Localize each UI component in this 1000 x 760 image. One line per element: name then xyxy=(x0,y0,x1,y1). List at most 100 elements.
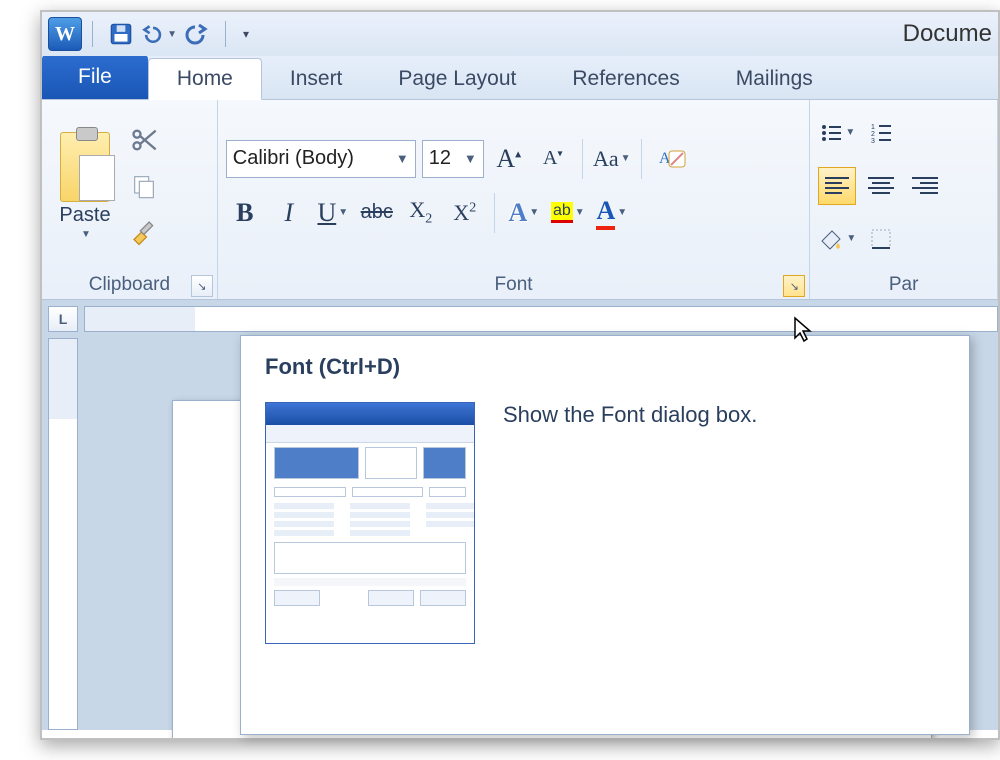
font-label-text: Font xyxy=(495,274,533,296)
italic-button[interactable]: I xyxy=(270,193,308,233)
bold-button[interactable]: B xyxy=(226,193,264,233)
undo-icon xyxy=(141,23,165,45)
redo-button[interactable] xyxy=(179,18,215,50)
clear-formatting-button[interactable]: A xyxy=(652,139,690,179)
tab-insert[interactable]: Insert xyxy=(262,59,371,99)
horizontal-ruler[interactable] xyxy=(84,306,998,332)
redo-icon xyxy=(185,23,209,45)
tab-page-layout[interactable]: Page Layout xyxy=(370,59,544,99)
copy-button[interactable] xyxy=(124,168,164,204)
separator xyxy=(494,193,495,233)
font-size-value: 12 xyxy=(429,147,451,170)
underline-icon: U xyxy=(317,198,336,228)
undo-button[interactable]: ▼ xyxy=(141,18,177,50)
underline-button[interactable]: U▼ xyxy=(314,193,352,233)
scissors-icon xyxy=(130,126,158,154)
font-color-button[interactable]: A▼ xyxy=(593,193,631,233)
customize-qat-button[interactable]: ▾ xyxy=(236,18,256,50)
chevron-down-icon: ▼ xyxy=(464,151,477,166)
launcher-arrow-icon: ↘ xyxy=(790,280,799,293)
bold-icon: B xyxy=(236,198,253,228)
paste-icon xyxy=(60,132,110,202)
group-label-clipboard: Clipboard ↘ xyxy=(42,271,217,299)
bullets-icon xyxy=(819,121,843,145)
numbering-button[interactable]: 1 2 3 xyxy=(862,113,900,153)
strikethrough-icon: abc xyxy=(361,201,393,224)
shading-button[interactable]: ▼ xyxy=(818,219,856,259)
text-effects-icon: A xyxy=(508,198,527,228)
subscript-button[interactable]: X2 xyxy=(402,193,440,233)
grow-font-icon: A▴ xyxy=(496,144,521,174)
separator xyxy=(582,139,583,179)
numbering-icon: 1 2 3 xyxy=(869,121,893,145)
undo-dropdown-icon: ▼ xyxy=(167,29,177,40)
borders-button[interactable] xyxy=(862,219,900,259)
chevron-down-icon: ▼ xyxy=(846,233,856,244)
tab-references[interactable]: References xyxy=(544,59,707,99)
ruler-corner[interactable]: L xyxy=(48,306,78,332)
separator xyxy=(225,21,226,47)
vertical-ruler[interactable] xyxy=(48,338,78,730)
chevron-down-icon: ▼ xyxy=(529,207,539,218)
group-paragraph: ▼ 1 2 3 xyxy=(810,100,998,299)
tooltip-description: Show the Font dialog box. xyxy=(503,402,757,644)
align-center-button[interactable] xyxy=(862,167,900,205)
chevron-down-icon: ▼ xyxy=(621,153,631,164)
paste-button[interactable]: Paste ▼ xyxy=(50,128,120,244)
chevron-down-icon: ▼ xyxy=(396,151,409,166)
highlight-button[interactable]: ab▼ xyxy=(549,193,587,233)
clipboard-dialog-launcher[interactable]: ↘ xyxy=(191,275,213,297)
change-case-button[interactable]: Aa▼ xyxy=(593,139,631,179)
quick-access-toolbar: W ▼ ▾ Docume xyxy=(42,12,998,56)
highlight-icon: ab xyxy=(551,202,573,223)
group-label-paragraph: Par xyxy=(810,271,997,299)
chevron-down-icon: ▼ xyxy=(575,207,585,218)
ribbon-tabs: File Home Insert Page Layout References … xyxy=(42,56,998,100)
paragraph-label-text: Par xyxy=(889,274,919,296)
word-app-icon[interactable]: W xyxy=(48,17,82,51)
svg-text:1: 1 xyxy=(871,124,875,131)
shrink-font-button[interactable]: A▾ xyxy=(534,139,572,179)
font-dialog-launcher[interactable]: ↘ xyxy=(783,275,805,297)
tab-file[interactable]: File xyxy=(42,55,148,99)
font-dialog-tooltip: Font (Ctrl+D) Show the Font dialog box. xyxy=(240,335,970,735)
tab-mailings[interactable]: Mailings xyxy=(708,59,841,99)
paste-dropdown-icon: ▼ xyxy=(81,229,91,240)
separator xyxy=(641,139,642,179)
grow-font-button[interactable]: A▴ xyxy=(490,139,528,179)
group-label-font: Font ↘ xyxy=(218,271,810,299)
align-left-button[interactable] xyxy=(818,167,856,205)
save-icon xyxy=(108,21,134,47)
superscript-button[interactable]: X2 xyxy=(446,193,484,233)
change-case-icon: Aa xyxy=(593,146,619,172)
paint-bucket-icon xyxy=(818,227,844,251)
format-painter-button[interactable] xyxy=(124,214,164,250)
font-size-combo[interactable]: 12 ▼ xyxy=(422,140,484,178)
bullets-button[interactable]: ▼ xyxy=(818,113,856,153)
strikethrough-button[interactable]: abc xyxy=(358,193,396,233)
text-effects-button[interactable]: A▼ xyxy=(505,193,543,233)
font-color-icon: A xyxy=(596,196,615,230)
paste-label: Paste xyxy=(59,204,110,227)
launcher-arrow-icon: ↘ xyxy=(197,280,206,293)
font-name-value: Calibri (Body) xyxy=(233,147,354,170)
group-clipboard: Paste ▼ xyxy=(42,100,218,299)
tooltip-preview-thumbnail xyxy=(265,402,475,644)
copy-icon xyxy=(130,172,158,200)
tooltip-title: Font (Ctrl+D) xyxy=(265,354,945,380)
font-name-combo[interactable]: Calibri (Body) ▼ xyxy=(226,140,416,178)
group-font: Calibri (Body) ▼ 12 ▼ A▴ A▾ xyxy=(218,100,811,299)
superscript-icon: X2 xyxy=(453,200,476,226)
align-right-button[interactable] xyxy=(906,167,944,205)
shrink-font-icon: A▾ xyxy=(543,147,562,170)
clear-formatting-icon: A xyxy=(655,145,687,173)
tab-home[interactable]: Home xyxy=(148,58,262,100)
save-button[interactable] xyxy=(103,18,139,50)
separator xyxy=(92,21,93,47)
cut-button[interactable] xyxy=(124,122,164,158)
chevron-down-icon: ▼ xyxy=(338,207,348,218)
document-title: Docume xyxy=(903,20,992,48)
clipboard-label-text: Clipboard xyxy=(89,274,170,296)
chevron-down-icon: ▼ xyxy=(845,127,855,138)
subscript-icon: X2 xyxy=(409,197,432,227)
